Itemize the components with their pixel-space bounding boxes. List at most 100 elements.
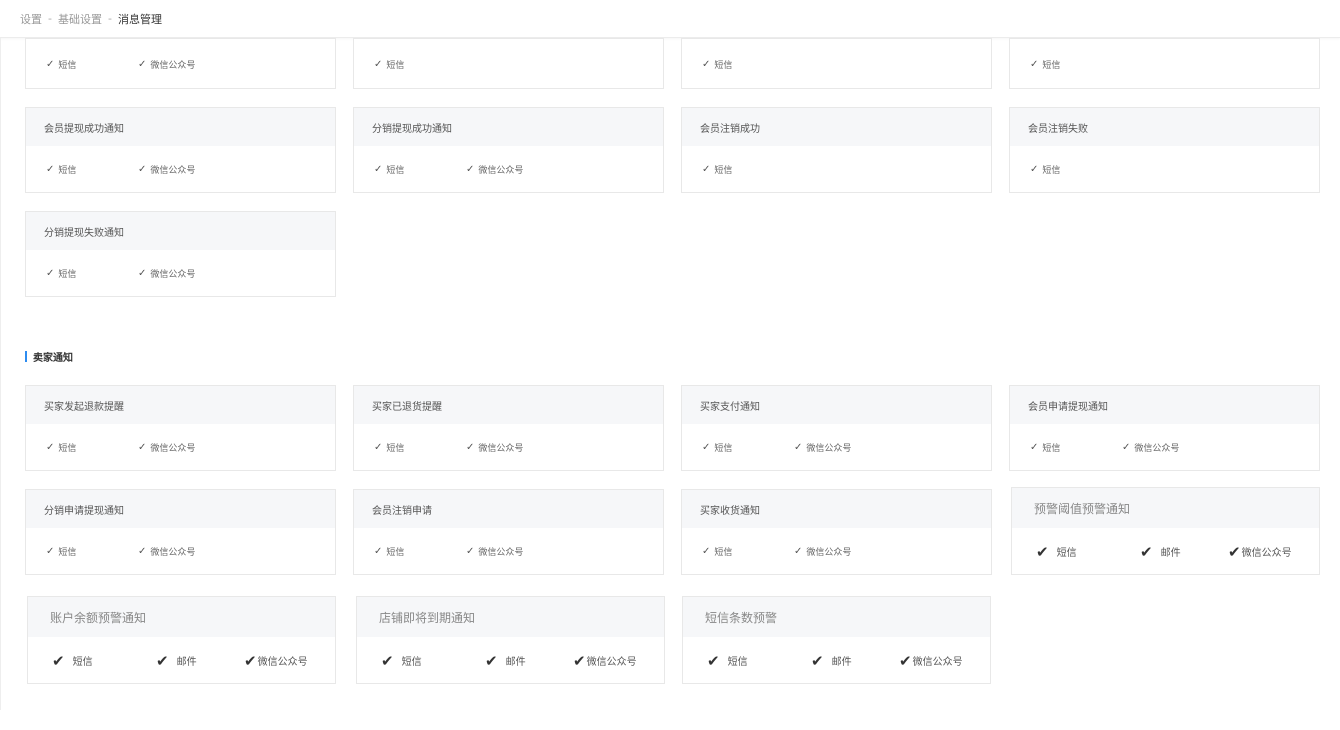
card-options: ✔ 短信 ✔ 邮件 ✔ 微信公众号 <box>28 637 335 684</box>
card-title: 会员注销失败 <box>1010 108 1319 146</box>
check-icon: ✓ <box>138 164 147 175</box>
check-icon: ✓ <box>1122 442 1131 453</box>
check-icon: ✔ <box>707 651 720 670</box>
card-options: ✓ 短信 ✓ 微信公众号 <box>354 146 663 193</box>
option-wechat[interactable]: ✔ 微信公众号 <box>1228 543 1292 561</box>
option-sms[interactable]: ✔ 短信 <box>1036 543 1140 561</box>
option-wechat[interactable]: ✔ 微信公众号 <box>899 652 963 670</box>
card-title: 会员注销成功 <box>682 108 991 146</box>
card-title: 会员申请提现通知 <box>1010 386 1319 424</box>
check-icon: ✔ <box>244 651 257 670</box>
content-left-border <box>0 38 1 710</box>
check-icon: ✓ <box>46 59 55 70</box>
card-title: 买家支付通知 <box>682 386 991 424</box>
option-sms[interactable]: ✓ 短信 <box>702 163 732 176</box>
option-sms[interactable]: ✓ 短信 <box>1030 58 1060 71</box>
check-icon: ✓ <box>138 59 147 70</box>
option-sms[interactable]: ✓ 短信 <box>46 58 138 71</box>
section-accent-bar <box>25 351 27 362</box>
card-options: ✓ 短信 <box>682 39 991 90</box>
check-icon: ✔ <box>381 651 394 670</box>
check-icon: ✓ <box>46 268 55 279</box>
card-options: ✓ 短信 ✓ 微信公众号 <box>682 424 991 471</box>
option-wechat[interactable]: ✓ 微信公众号 <box>466 163 523 176</box>
option-wechat[interactable]: ✓ 微信公众号 <box>1122 441 1179 454</box>
card-options: ✓ 短信 ✓ 微信公众号 <box>26 424 335 471</box>
check-icon: ✓ <box>794 546 803 557</box>
message-card: 分销提现失败通知 ✓ 短信 ✓ 微信公众号 <box>25 211 336 297</box>
option-sms[interactable]: ✓ 短信 <box>374 545 466 558</box>
option-sms[interactable]: ✓ 短信 <box>46 267 138 280</box>
check-icon: ✓ <box>46 546 55 557</box>
option-wechat[interactable]: ✓ 微信公众号 <box>138 58 195 71</box>
option-mail[interactable]: ✔ 邮件 <box>1140 543 1228 561</box>
option-sms[interactable]: ✓ 短信 <box>702 545 794 558</box>
option-wechat[interactable]: ✓ 微信公众号 <box>138 163 195 176</box>
message-card: 会员申请提现通知 ✓ 短信 ✓ 微信公众号 <box>1009 385 1320 471</box>
check-icon: ✓ <box>374 164 383 175</box>
breadcrumb-separator: - <box>48 12 52 25</box>
option-wechat[interactable]: ✓ 微信公众号 <box>794 441 851 454</box>
option-sms[interactable]: ✓ 短信 <box>374 58 404 71</box>
check-icon: ✓ <box>46 442 55 453</box>
option-mail[interactable]: ✔ 邮件 <box>811 652 899 670</box>
option-sms[interactable]: ✓ 短信 <box>702 441 794 454</box>
option-wechat[interactable]: ✓ 微信公众号 <box>466 441 523 454</box>
message-card: 买家支付通知 ✓ 短信 ✓ 微信公众号 <box>681 385 992 471</box>
option-sms[interactable]: ✓ 短信 <box>46 163 138 176</box>
check-icon: ✔ <box>1036 542 1049 561</box>
message-card: 账户余额预警通知 ✔ 短信 ✔ 邮件 ✔ 微信公众号 <box>27 596 336 684</box>
option-sms[interactable]: ✓ 短信 <box>702 58 732 71</box>
message-card: 分销提现成功通知 ✓ 短信 ✓ 微信公众号 <box>353 107 664 193</box>
message-card: 买家收货通知 ✓ 短信 ✓ 微信公众号 <box>681 489 992 575</box>
message-card: 会员提现成功通知 ✓ 短信 ✓ 微信公众号 <box>25 107 336 193</box>
option-sms[interactable]: ✓ 短信 <box>374 441 466 454</box>
message-card: 分销申请提现通知 ✓ 短信 ✓ 微信公众号 <box>25 489 336 575</box>
option-sms[interactable]: ✓ 短信 <box>1030 163 1060 176</box>
option-mail[interactable]: ✔ 邮件 <box>485 652 573 670</box>
check-icon: ✓ <box>138 442 147 453</box>
option-wechat[interactable]: ✓ 微信公众号 <box>138 545 195 558</box>
option-wechat[interactable]: ✔ 微信公众号 <box>573 652 637 670</box>
card-options: ✓ 短信 <box>1010 39 1319 90</box>
card-title: 分销申请提现通知 <box>26 490 335 528</box>
option-wechat[interactable]: ✓ 微信公众号 <box>794 545 851 558</box>
option-sms[interactable]: ✓ 短信 <box>46 545 138 558</box>
option-sms[interactable]: ✔ 短信 <box>381 652 485 670</box>
option-sms[interactable]: ✔ 短信 <box>707 652 811 670</box>
check-icon: ✓ <box>702 442 711 453</box>
breadcrumb-item-message-management: 消息管理 <box>117 12 162 26</box>
option-sms[interactable]: ✓ 短信 <box>46 441 138 454</box>
check-icon: ✓ <box>466 546 475 557</box>
card-options: ✔ 短信 ✔ 邮件 ✔ 微信公众号 <box>1012 528 1319 575</box>
breadcrumb-item-settings[interactable]: 设置 <box>20 11 42 27</box>
check-icon: ✔ <box>485 651 498 670</box>
card-options: ✓ 短信 ✓ 微信公众号 <box>682 528 991 575</box>
check-icon: ✔ <box>156 651 169 670</box>
message-card: ✓ 短信 <box>681 38 992 89</box>
card-title: 买家已退货提醒 <box>354 386 663 424</box>
card-options: ✓ 短信 ✓ 微信公众号 <box>1010 424 1319 471</box>
option-wechat[interactable]: ✔ 微信公众号 <box>244 652 308 670</box>
option-sms[interactable]: ✓ 短信 <box>1030 441 1122 454</box>
check-icon: ✓ <box>374 59 383 70</box>
check-icon: ✓ <box>374 442 383 453</box>
message-card: ✓ 短信 <box>353 38 664 89</box>
check-icon: ✓ <box>702 164 711 175</box>
option-wechat[interactable]: ✓ 微信公众号 <box>138 267 195 280</box>
card-title: 分销提现失败通知 <box>26 212 335 250</box>
breadcrumb-item-basic-settings[interactable]: 基础设置 <box>58 11 102 27</box>
breadcrumb: 设置 - 基础设置 - 消息管理 <box>0 0 1340 38</box>
option-mail[interactable]: ✔ 邮件 <box>156 652 244 670</box>
check-icon: ✓ <box>46 164 55 175</box>
card-title: 会员注销申请 <box>354 490 663 528</box>
option-wechat[interactable]: ✓ 微信公众号 <box>138 441 195 454</box>
card-title: 买家发起退款提醒 <box>26 386 335 424</box>
check-icon: ✔ <box>811 651 824 670</box>
card-title: 账户余额预警通知 <box>28 597 335 637</box>
card-title: 会员提现成功通知 <box>26 108 335 146</box>
option-wechat[interactable]: ✓ 微信公众号 <box>466 545 523 558</box>
check-icon: ✓ <box>138 268 147 279</box>
option-sms[interactable]: ✓ 短信 <box>374 163 466 176</box>
option-sms[interactable]: ✔ 短信 <box>52 652 156 670</box>
